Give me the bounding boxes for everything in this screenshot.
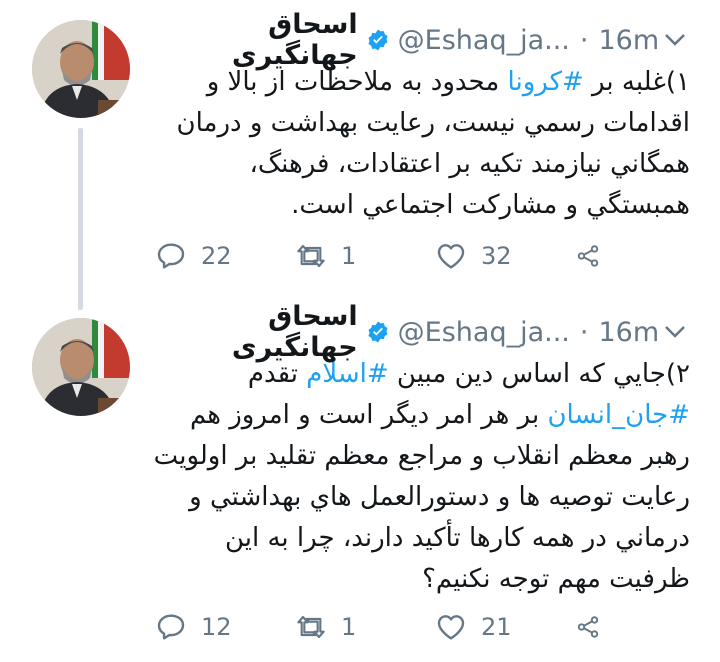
reply-icon [157, 243, 185, 269]
retweet-button[interactable]: 1 [295, 240, 435, 272]
like-icon [437, 244, 465, 269]
like-button[interactable]: 32 [435, 240, 575, 272]
text-segment: تقدم [247, 359, 307, 389]
tweet-time[interactable]: 16m [598, 25, 659, 56]
thread-connector [78, 128, 83, 310]
like-icon [437, 615, 465, 640]
like-button[interactable]: 21 [435, 611, 575, 643]
like-count: 21 [481, 613, 512, 641]
chevron-down-icon[interactable] [659, 320, 690, 345]
verified-badge-icon [368, 29, 388, 51]
hashtag-link[interactable]: #اسلام [306, 359, 388, 389]
tweet-1[interactable]: اسحاق جهانگیری @Eshaq_ja... · 16m ۱)غلبه… [0, 0, 720, 310]
retweet-icon [297, 244, 325, 268]
retweet-button[interactable]: 1 [295, 611, 435, 643]
reply-button[interactable]: 22 [155, 240, 295, 272]
text-segment: ۲)جايي كه اساس دين مبين [388, 359, 690, 389]
tweet-time[interactable]: 16m [598, 317, 659, 348]
share-button[interactable] [575, 240, 615, 272]
retweet-icon [297, 615, 325, 639]
tweet-text: ۲)جايي كه اساس دين مبين #اسلام تقدم #جان… [150, 354, 690, 600]
chevron-down-icon[interactable] [659, 28, 690, 53]
reply-count: 12 [201, 613, 232, 641]
avatar[interactable] [32, 20, 130, 118]
author-handle[interactable]: @Eshaq_ja... [398, 25, 570, 56]
author-handle[interactable]: @Eshaq_ja... [398, 317, 570, 348]
retweet-count: 1 [341, 613, 357, 641]
share-icon [577, 616, 599, 638]
share-icon [577, 245, 599, 267]
tweet-text: ۱)غلبه بر #کرونا محدود به ملاحظات از بال… [150, 62, 690, 226]
retweet-count: 1 [341, 242, 357, 270]
like-count: 32 [481, 242, 512, 270]
share-button[interactable] [575, 611, 615, 643]
hashtag-link[interactable]: #جان_انسان [547, 400, 690, 430]
separator-dot: · [579, 316, 589, 348]
avatar[interactable] [32, 318, 130, 416]
reply-icon [157, 614, 185, 640]
hashtag-link[interactable]: #کرونا [508, 67, 584, 97]
text-segment: ۱)غلبه بر [583, 67, 690, 97]
reply-count: 22 [201, 242, 232, 270]
verified-badge-icon [368, 321, 388, 343]
separator-dot: · [579, 24, 589, 56]
reply-button[interactable]: 12 [155, 611, 295, 643]
tweet-2[interactable]: اسحاق جهانگیری @Eshaq_ja... · 16m ۲)جايي… [0, 300, 720, 662]
